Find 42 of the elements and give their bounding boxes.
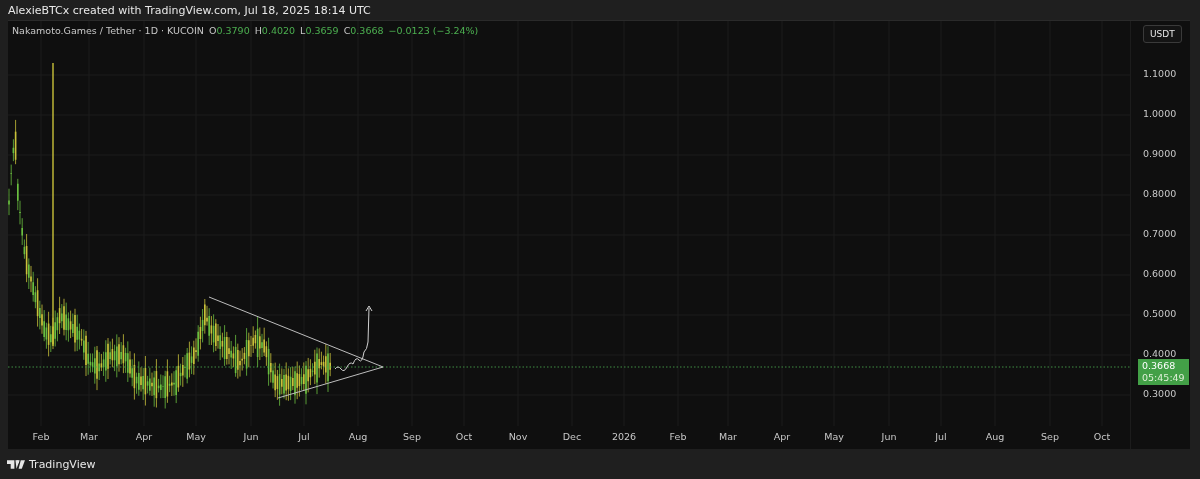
chart-caption: AlexieBTCx created with TradingView.com, Jul 18, 2025 18:14 UTC — [8, 3, 371, 17]
time-label: Feb — [669, 431, 687, 442]
price-label: 0.9000 — [1143, 148, 1177, 159]
time-label: Aug — [348, 431, 368, 442]
ohlc-value: C0.3668 — [343, 25, 384, 36]
time-label: Dec — [562, 431, 582, 442]
currency-button[interactable]: USDT — [1143, 25, 1182, 43]
time-label: Jul — [935, 431, 947, 442]
time-label: Aug — [985, 431, 1005, 442]
brand-name: TradingView — [29, 457, 96, 471]
price-label: 0.6000 — [1143, 268, 1177, 279]
price-label: 1.0000 — [1143, 108, 1177, 119]
price-label: 1.1000 — [1143, 68, 1177, 79]
time-label: Apr — [773, 431, 791, 442]
ohlc-value: H0.4020 — [254, 25, 296, 36]
time-label: Oct — [455, 431, 473, 442]
price-label: 0.5000 — [1143, 308, 1177, 319]
ohlc-value: L0.3659 — [300, 25, 339, 36]
time-label: Jun — [243, 431, 259, 442]
time-label: Mar — [719, 431, 737, 442]
last-price-badge: 0.3668 05:45:49 — [1138, 359, 1189, 385]
price-label: 0.4000 — [1143, 348, 1177, 359]
time-label: May — [186, 431, 206, 442]
time-label: 2026 — [611, 431, 637, 442]
time-label: Oct — [1093, 431, 1111, 442]
time-label: Sep — [1041, 431, 1059, 442]
projection-arrow — [334, 305, 373, 372]
time-label: Sep — [403, 431, 421, 442]
time-label: Apr — [135, 431, 153, 442]
time-label: May — [824, 431, 844, 442]
symbol-title: Nakamoto.Games / Tether · 1D · KUCOIN — [12, 25, 204, 36]
price-label: 0.8000 — [1143, 188, 1177, 199]
time-label: Feb — [32, 431, 50, 442]
price-label: 0.7000 — [1143, 228, 1177, 239]
ohlc-value: O0.3790 — [208, 25, 250, 36]
time-label: Nov — [508, 431, 528, 442]
time-label: Jun — [881, 431, 897, 442]
time-label: Mar — [80, 431, 98, 442]
price-change: −0.0123 (−3.24%) — [388, 25, 479, 36]
price-label: 0.3000 — [1143, 388, 1177, 399]
time-label: Jul — [298, 431, 310, 442]
tradingview-logo-icon — [7, 458, 26, 470]
